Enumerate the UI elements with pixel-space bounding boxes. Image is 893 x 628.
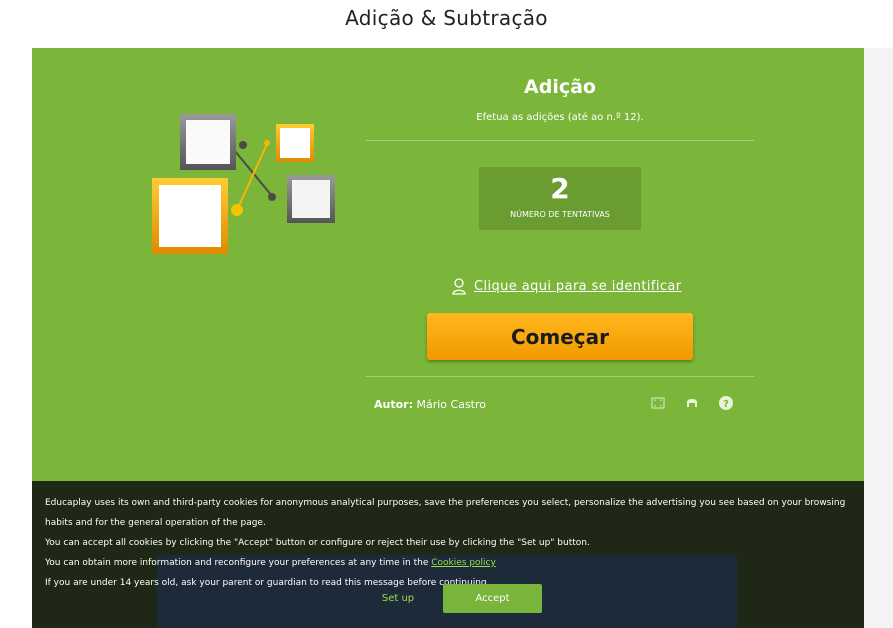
tries-count: 2 xyxy=(550,172,570,205)
cookie-line: Educaplay uses its own and third-party c… xyxy=(45,498,846,528)
tries-label: NÚMERO DE TENTATIVAS xyxy=(510,210,610,219)
cookie-text: Educaplay uses its own and third-party c… xyxy=(45,493,855,593)
side-strip xyxy=(864,48,893,628)
activity-subtitle: Efetua as adições (até ao n.º 12). xyxy=(476,112,644,123)
divider xyxy=(366,140,754,141)
svg-text:?: ? xyxy=(723,399,729,410)
author: Autor: Mário Castro xyxy=(374,398,486,411)
identify-link[interactable]: Clique aqui para se identificar xyxy=(452,278,712,295)
page-title: Adição & Subtração xyxy=(345,6,548,30)
identify-link-text[interactable]: Clique aqui para se identificar xyxy=(474,279,682,294)
accept-button[interactable]: Accept xyxy=(443,584,542,613)
fullscreen-icon[interactable] xyxy=(650,395,666,411)
user-icon xyxy=(452,278,466,295)
cookie-buttons: Set up Accept xyxy=(32,583,864,613)
cookie-line: You can accept all cookies by clicking t… xyxy=(45,538,590,548)
setup-button[interactable]: Set up xyxy=(368,583,428,613)
activity-title: Adição xyxy=(524,76,596,98)
author-label: Autor: xyxy=(374,398,413,411)
author-name: Mário Castro xyxy=(416,398,486,411)
divider xyxy=(366,376,754,377)
activity-tools: ? xyxy=(650,395,734,411)
cookies-policy-link[interactable]: Cookies policy xyxy=(431,558,496,568)
cookie-line: You can obtain more information and reco… xyxy=(45,558,496,568)
tries-box: 2 NÚMERO DE TENTATIVAS xyxy=(479,167,641,230)
start-button[interactable]: Começar xyxy=(427,313,693,360)
cookie-banner: Educaplay uses its own and third-party c… xyxy=(32,481,864,628)
activity-logo-icon xyxy=(152,114,335,254)
help-icon[interactable]: ? xyxy=(718,395,734,411)
print-icon[interactable] xyxy=(684,395,700,411)
